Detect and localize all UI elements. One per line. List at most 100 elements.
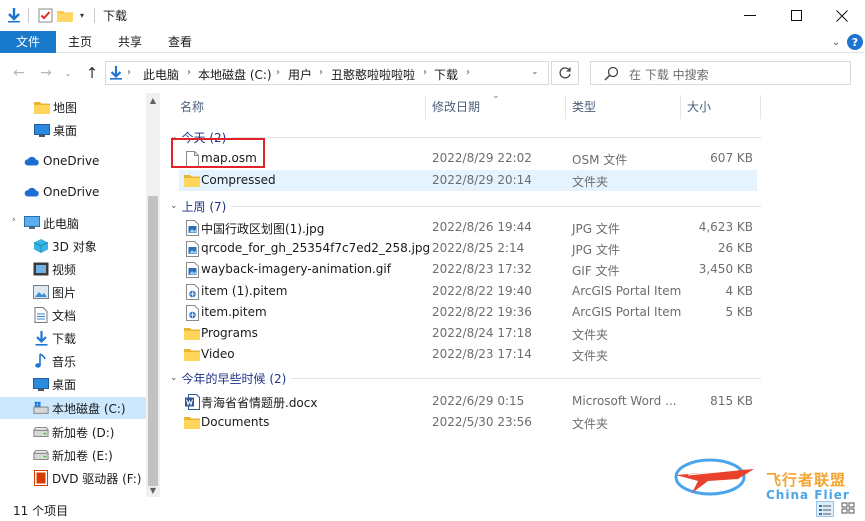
up-arrow-icon[interactable]: ↑ <box>82 63 102 83</box>
file-size: 815 KB <box>710 394 753 408</box>
tab-share[interactable]: 共享 <box>106 31 154 53</box>
image-file-icon <box>184 261 200 278</box>
column-header-date[interactable]: 修改日期 <box>432 95 480 119</box>
scroll-up-icon[interactable]: ▲ <box>146 93 160 107</box>
file-row[interactable]: qrcode_for_gh_25354f7c7ed2_258.jpg 2022/8… <box>179 238 757 259</box>
nav-item[interactable]: 音乐 <box>0 350 146 372</box>
recent-locations-chevron-icon[interactable]: ⌄ <box>62 63 74 83</box>
scrollbar-thumb[interactable] <box>148 196 158 486</box>
file-list: 名称 ⌄ 修改日期 类型 大小 ⌄ 今天 (2) map.osm 2022/8/29 … <box>161 91 865 497</box>
minimize-button[interactable] <box>727 0 773 31</box>
column-divider[interactable] <box>680 95 681 119</box>
column-divider[interactable] <box>425 95 426 119</box>
file-type: 文件夹 <box>572 349 609 363</box>
customize-toolbar-chevron-icon[interactable]: ▾ <box>76 6 88 24</box>
forward-arrow-icon[interactable]: → <box>36 63 56 83</box>
file-row[interactable]: 中国行政区划图(1).jpg 2022/8/26 19:44 JPG 文件 4,623… <box>179 217 757 238</box>
group-header[interactable]: ⌄ 今年的早些时候 (2) <box>170 369 286 387</box>
word-file-icon <box>184 393 200 410</box>
file-name: item.pitem <box>201 305 267 319</box>
file-row[interactable]: Video 2022/8/23 17:14 文件夹 <box>179 344 757 365</box>
maximize-button[interactable] <box>773 0 819 31</box>
nav-item[interactable]: 新加卷 (D:) <box>0 421 146 443</box>
file-row[interactable]: wayback-imagery-animation.gif 2022/8/23 1… <box>179 259 757 280</box>
file-row[interactable]: Documents 2022/5/30 23:56 文件夹 <box>179 412 757 433</box>
tab-view[interactable]: 查看 <box>156 31 204 53</box>
search-box[interactable]: 在 下载 中搜索 <box>590 61 851 85</box>
image-file-icon <box>184 240 200 257</box>
column-divider[interactable] <box>565 95 566 119</box>
toolbar-divider <box>28 8 29 23</box>
properties-icon[interactable] <box>37 6 53 24</box>
file-row[interactable]: item.pitem 2022/8/22 19:36 ArcGIS Portal I… <box>179 302 757 323</box>
nav-item[interactable]: 新加卷 (E:) <box>0 444 146 466</box>
tab-file[interactable]: 文件 <box>0 31 56 53</box>
navigation-pane-scrollbar[interactable]: ▲ ▼ <box>146 93 160 497</box>
help-icon[interactable]: ? <box>847 34 863 50</box>
file-size: 4,623 KB <box>698 220 753 234</box>
nav-item[interactable]: 图片 <box>0 281 146 303</box>
breadcrumb-downloads[interactable]: 下载 <box>434 66 458 83</box>
nav-item[interactable]: 3D 对象 <box>0 235 146 257</box>
breadcrumb-this-pc[interactable]: 此电脑 <box>143 66 179 83</box>
collapse-chevron-icon[interactable]: ⌄ <box>170 201 178 211</box>
breadcrumb-local-disk[interactable]: 本地磁盘 (C:) <box>198 66 272 83</box>
cloud-icon <box>24 153 40 169</box>
file-row[interactable]: map.osm 2022/8/29 22:02 OSM 文件 607 KB <box>179 148 757 169</box>
arcgis-file-icon <box>184 283 200 300</box>
nav-item[interactable]: 桌面 <box>0 373 146 395</box>
scroll-down-icon[interactable]: ▼ <box>146 483 160 497</box>
toolbar-divider <box>94 8 95 23</box>
file-row[interactable]: Compressed 2022/8/29 20:14 文件夹 <box>179 170 757 191</box>
group-header[interactable]: ⌄ 上周 (7) <box>170 197 226 215</box>
file-row[interactable]: item (1).pitem 2022/8/22 19:40 ArcGIS Port… <box>179 281 757 302</box>
breadcrumb-separator-icon: › <box>187 67 191 78</box>
nav-item[interactable]: 地图 <box>0 96 146 118</box>
collapse-chevron-icon[interactable]: ⌄ <box>170 373 178 383</box>
expand-chevron-icon[interactable]: › <box>12 215 16 225</box>
nav-item[interactable]: 下载 <box>0 327 146 349</box>
column-header-type[interactable]: 类型 <box>572 95 596 119</box>
new-folder-icon[interactable] <box>57 6 73 24</box>
file-type: 文件夹 <box>572 417 609 431</box>
navigation-bar: ← → ⌄ ↑ › 此电脑 › 本地磁盘 (C:) › 用户 › 丑憨憨啦啦啦啦… <box>0 53 865 93</box>
column-header-size[interactable]: 大小 <box>687 95 711 119</box>
file-row[interactable]: Programs 2022/8/24 17:18 文件夹 <box>179 323 757 344</box>
file-type: 文件夹 <box>572 328 609 342</box>
drive-icon <box>33 424 49 440</box>
music-icon <box>33 353 49 369</box>
breadcrumb-separator-icon: › <box>319 67 323 78</box>
group-divider <box>291 378 761 379</box>
file-type: Microsoft Word ... <box>572 394 677 408</box>
back-arrow-icon[interactable]: ← <box>9 63 29 83</box>
folder-icon <box>34 99 50 115</box>
file-row[interactable]: 青海省省情题册.docx 2022/6/29 0:15 Microsoft Word… <box>179 391 757 412</box>
nav-item[interactable]: 视频 <box>0 258 146 280</box>
breadcrumb-users[interactable]: 用户 <box>288 66 312 83</box>
nav-item[interactable]: 此电脑 <box>0 212 146 234</box>
cube-icon <box>33 238 49 254</box>
address-history-chevron-icon[interactable]: ⌄ <box>531 67 539 77</box>
column-header-name[interactable]: 名称 <box>180 95 204 119</box>
nav-item[interactable]: DVD 驱动器 (F:) 1 <box>0 467 153 489</box>
breadcrumb-user-folder[interactable]: 丑憨憨啦啦啦啦 <box>331 66 415 83</box>
nav-item[interactable]: 桌面 <box>0 119 146 141</box>
file-date: 2022/8/29 20:14 <box>432 173 532 187</box>
breadcrumb-separator-icon: › <box>423 67 427 78</box>
close-button[interactable] <box>819 0 865 31</box>
nav-item[interactable]: OneDrive <box>0 150 146 172</box>
refresh-button[interactable] <box>551 61 579 85</box>
nav-item[interactable]: OneDrive <box>0 181 146 203</box>
group-title: 今年的早些时候 (2) <box>181 371 287 386</box>
file-size: 26 KB <box>717 241 753 255</box>
nav-item[interactable]: 本地磁盘 (C:) <box>0 397 146 419</box>
down-arrow-icon[interactable] <box>6 6 22 24</box>
tab-home[interactable]: 主页 <box>56 31 104 53</box>
address-bar[interactable]: › 此电脑 › 本地磁盘 (C:) › 用户 › 丑憨憨啦啦啦啦 › 下载 › … <box>105 61 549 85</box>
nav-item[interactable]: 文档 <box>0 304 146 326</box>
nav-item-label: 桌面 <box>53 123 78 138</box>
file-size: 3,450 KB <box>698 262 753 276</box>
file-size: 5 KB <box>725 305 753 319</box>
column-divider[interactable] <box>760 95 761 119</box>
expand-ribbon-chevron-icon[interactable]: ⌄ <box>828 34 844 50</box>
